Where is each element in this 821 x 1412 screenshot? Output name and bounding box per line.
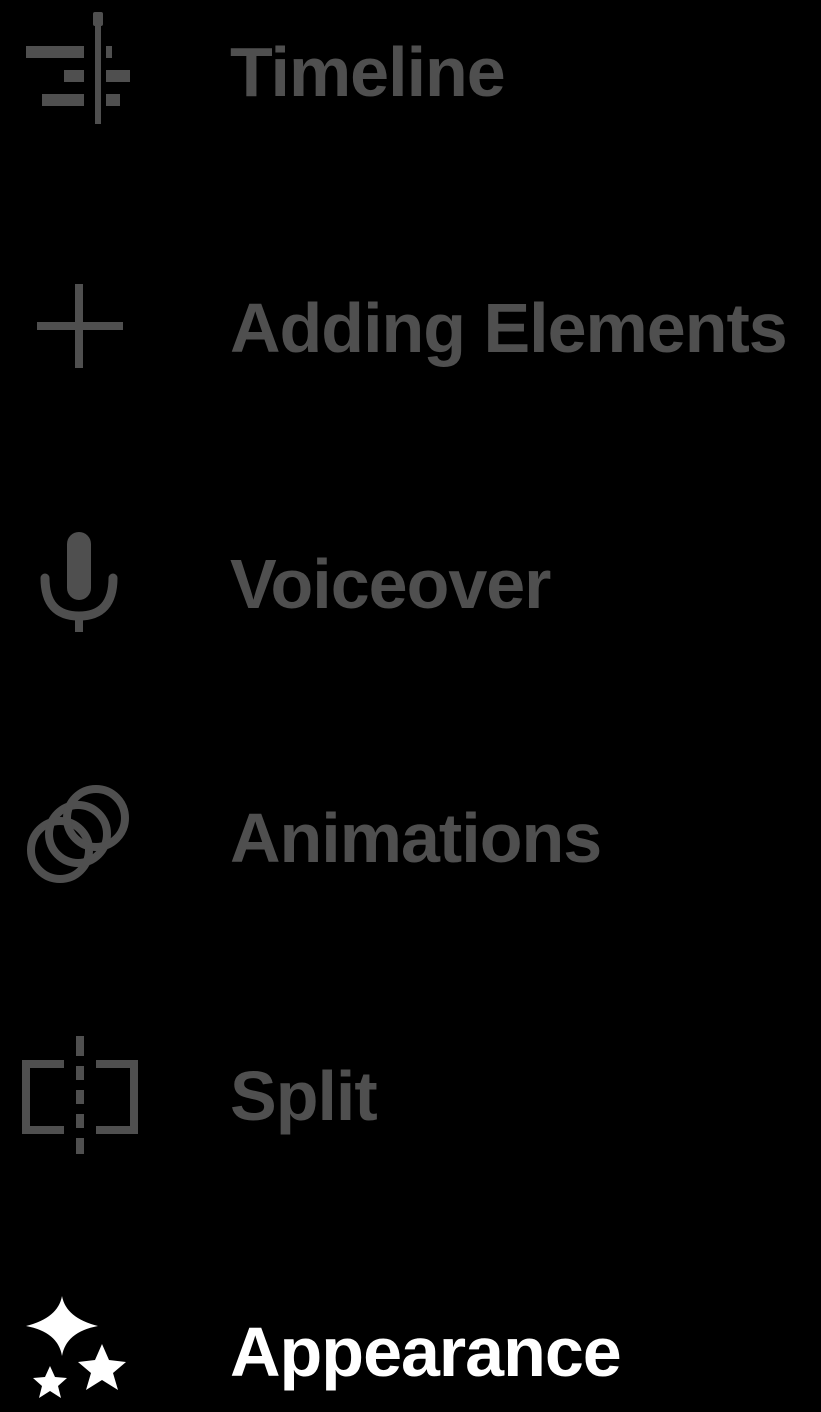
menu-item-appearance[interactable]: Appearance xyxy=(0,1292,821,1412)
sparkles-icon xyxy=(20,1292,140,1412)
menu-item-label: Split xyxy=(230,1057,378,1135)
microphone-icon xyxy=(20,524,140,644)
plus-icon xyxy=(20,268,140,388)
menu-item-label: Appearance xyxy=(230,1313,622,1391)
menu-item-label: Voiceover xyxy=(230,545,551,623)
menu-item-animations[interactable]: Animations xyxy=(0,778,821,898)
menu-item-label: Animations xyxy=(230,799,602,877)
timeline-icon xyxy=(20,12,140,132)
split-icon xyxy=(20,1036,140,1156)
menu-item-label: Adding Elements xyxy=(230,289,788,367)
menu-item-timeline[interactable]: Timeline xyxy=(0,12,821,132)
menu-item-label: Timeline xyxy=(230,33,506,111)
animation-rings-icon xyxy=(20,778,140,898)
menu-item-split[interactable]: Split xyxy=(0,1036,821,1156)
menu-item-voiceover[interactable]: Voiceover xyxy=(0,524,821,644)
side-menu: Timeline Adding Elements Voiceover Anima… xyxy=(0,0,821,1400)
menu-item-adding-elements[interactable]: Adding Elements xyxy=(0,268,821,388)
